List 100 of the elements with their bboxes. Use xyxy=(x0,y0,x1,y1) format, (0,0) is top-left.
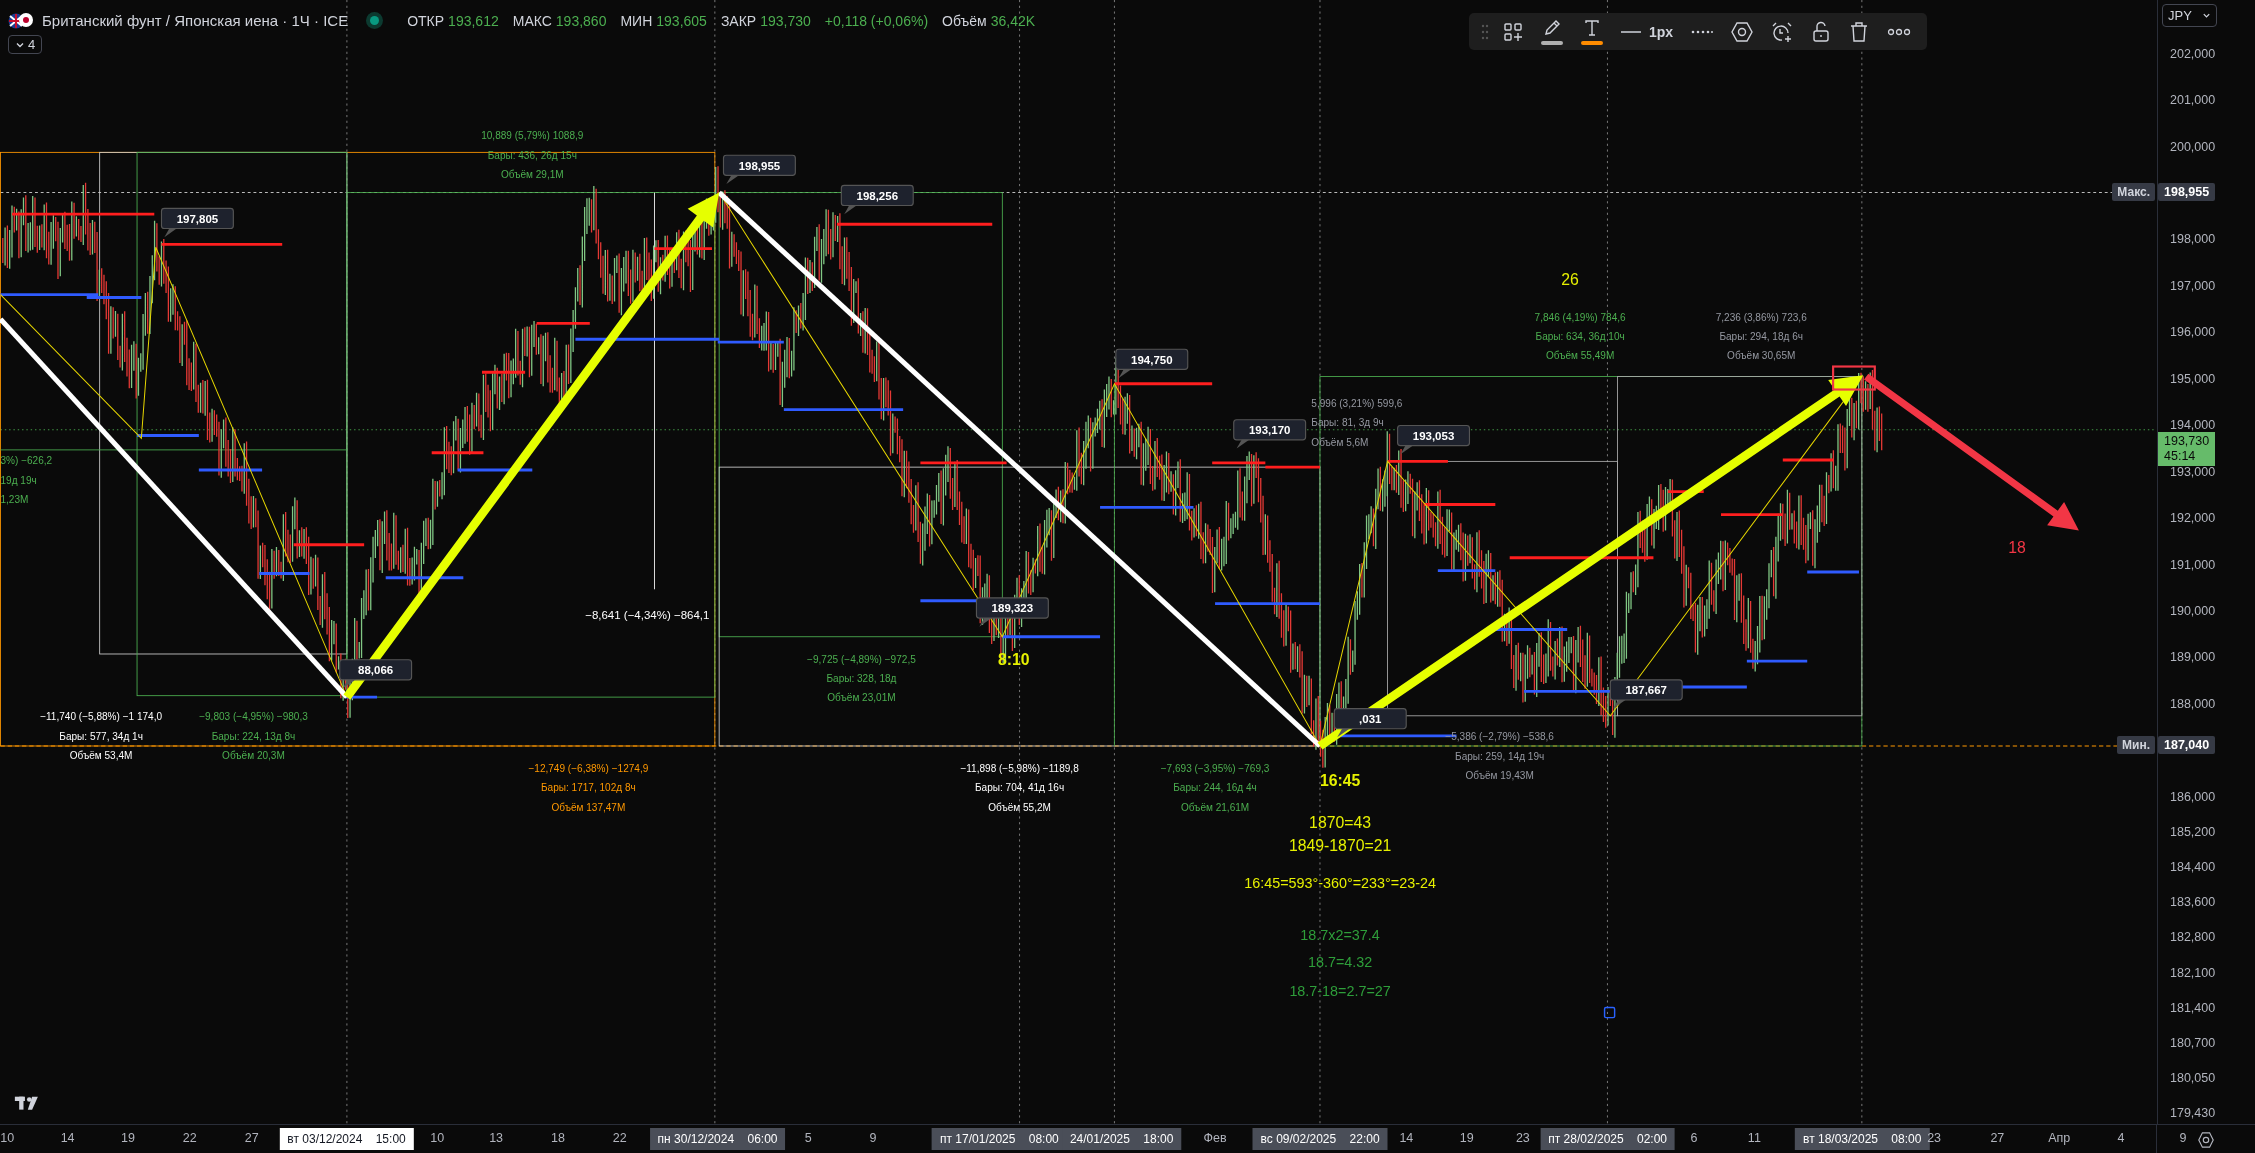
price-tick: 201,000 xyxy=(2170,93,2216,108)
annotation-text: 16:45 xyxy=(1319,772,1361,790)
measurement-label: −11,740 (−5,88%) −1 174,0 Бары: 577, 34д 1ч Объём 53,4M xyxy=(40,711,163,761)
annotation-text: 1870=43 xyxy=(1309,813,1372,831)
volume-value: 36,42K xyxy=(990,12,1036,29)
price-tick: 181,400 xyxy=(2170,1000,2216,1015)
price-tick: 194,000 xyxy=(2170,418,2216,433)
logo-icon[interactable] xyxy=(14,1096,38,1110)
price-label: 193,053 xyxy=(1397,424,1471,455)
text-icon xyxy=(1582,18,1602,38)
price-label: 194,750 xyxy=(1115,348,1189,378)
min-price-value: 187,040 xyxy=(2158,736,2216,755)
price-tick: 179,430 xyxy=(2170,1105,2216,1120)
grid-plus-icon xyxy=(1503,21,1523,42)
annotation-text: 26 xyxy=(1561,270,1579,288)
unlocked-padlock-icon xyxy=(1811,20,1832,43)
price-tick: 186,000 xyxy=(2170,789,2216,804)
dotted-line-icon xyxy=(1691,29,1714,34)
price-label: 198,256 xyxy=(840,184,914,215)
price-label: 187,667 xyxy=(1609,679,1683,709)
annotation-text: 18.7-18=2.7=27 xyxy=(1289,983,1391,1000)
price-tick: 180,050 xyxy=(2170,1070,2216,1085)
highlight-rectangle xyxy=(1832,365,1876,391)
price-tick: 189,000 xyxy=(2170,650,2216,665)
drag-handle-icon[interactable] xyxy=(1481,23,1489,40)
time-tick: 23 xyxy=(1515,1131,1530,1145)
price-tick: 182,800 xyxy=(2170,930,2216,945)
time-tick: Апр xyxy=(2048,1131,2071,1145)
time-tick: 18 xyxy=(551,1131,565,1145)
time-tick: 10 xyxy=(430,1131,445,1145)
annotation-text: 18.7=4.32 xyxy=(1307,954,1373,971)
measurement-label: −9,803 (−4,95%) −980,3 Бары: 224, 13д 8ч Объём 20,3M xyxy=(199,711,308,761)
price-tick: 193,000 xyxy=(2170,464,2216,479)
line-width-button[interactable]: 1px xyxy=(1617,21,1678,42)
time-tick: Фев xyxy=(1203,1131,1227,1145)
more-icon xyxy=(1887,27,1912,36)
ohlc-value: 193,730 xyxy=(760,12,811,29)
indicators-toggle[interactable]: 4 xyxy=(8,35,43,54)
measurement-label: 7,846 (4,19%) 784,6 Бары: 634, 36д 10ч Объём 55,49M xyxy=(1534,311,1626,362)
color-swatch xyxy=(1541,41,1563,45)
price-change: +0,118 (+0,06%) xyxy=(824,12,929,29)
price-tick: 195,000 xyxy=(2170,371,2216,386)
price-tick: 185,200 xyxy=(2170,825,2216,840)
time-tick: 14 xyxy=(1399,1131,1414,1145)
price-tick: 200,000 xyxy=(2170,139,2216,154)
pencil-icon xyxy=(1542,18,1562,38)
currency-dropdown[interactable]: JPY xyxy=(2162,4,2217,27)
measurement-label: −8,641 (−4,34%) −864,1 xyxy=(585,609,710,622)
annotation-text: 1849-1870=21 xyxy=(1288,836,1392,854)
measurement-label: −5,386 (−2,79%) −538,6 Бары: 259, 14д 19ч Объём 19,43M xyxy=(1445,731,1554,782)
time-marker: пт 28/02/2025 02:00 xyxy=(1540,1128,1676,1150)
time-tick: 13 xyxy=(489,1131,504,1145)
annotation-text: 18.7x2=37.4 xyxy=(1300,927,1380,943)
price-tick: 196,000 xyxy=(2170,325,2216,340)
ohlc-value: 193,605 xyxy=(656,12,707,29)
price-tick: 202,000 xyxy=(2170,46,2216,61)
time-tick: 22 xyxy=(612,1131,627,1145)
time-tick: 6 xyxy=(1690,1131,1698,1145)
time-tick: 10 xyxy=(0,1131,15,1145)
price-label: 193,170 xyxy=(1233,419,1307,449)
price-tick: 191,000 xyxy=(2170,557,2216,572)
time-tick: 4 xyxy=(2117,1131,2125,1145)
flag-icon xyxy=(8,12,34,29)
time-tick: 19 xyxy=(1459,1131,1474,1145)
price-tick: 198,000 xyxy=(2170,232,2216,247)
min-price-tag: Мин. xyxy=(2117,736,2155,755)
time-tick: 27 xyxy=(1990,1131,2005,1145)
time-marker: пн 30/12/2024 06:00 xyxy=(649,1128,786,1150)
line-icon xyxy=(1621,29,1641,34)
color-swatch xyxy=(1581,41,1603,45)
ohlc-label: МИН xyxy=(620,12,653,29)
measurement-label: 7,236 (3,86%) 723,6 Бары: 294, 18д 6ч Объём 30,65M xyxy=(1715,311,1807,362)
price-label: 197,805 xyxy=(160,207,234,238)
ohlc-label: МАКС xyxy=(512,12,552,29)
time-marker: вс 09/02/2025 22:00 xyxy=(1252,1128,1388,1150)
time-tick: 9 xyxy=(2179,1131,2187,1145)
last-price: 193,730 xyxy=(2164,434,2210,450)
price-label: ,031 xyxy=(1333,708,1407,738)
ohlc-label: ЗАКР xyxy=(720,12,757,29)
measurement-label: 3%) −626,2 19д 19ч 1,23M xyxy=(0,455,53,506)
price-tick: 184,400 xyxy=(2170,860,2216,875)
volume-label: Объём xyxy=(942,12,987,29)
annotation-text: 8:10 xyxy=(998,651,1030,669)
anchor-handle[interactable] xyxy=(1603,1006,1616,1019)
price-tick: 183,600 xyxy=(2170,895,2216,910)
measurement-label: −11,898 (−5,98%) −1189,8 Бары: 704, 41д 16ч Объём 55,2M xyxy=(960,762,1079,813)
price-tick: 188,000 xyxy=(2170,696,2216,711)
price-tick: 180,700 xyxy=(2170,1035,2216,1050)
ohlc-label: ОТКР xyxy=(407,12,445,29)
time-tick: 23 xyxy=(1927,1131,1942,1145)
time-tick: 27 xyxy=(244,1131,259,1145)
time-tick: 22 xyxy=(182,1131,197,1145)
measurement-label: −7,693 (−3,95%) −769,3 Бары: 244, 16д 4ч Объём 21,61M xyxy=(1160,762,1270,813)
settings-icon xyxy=(1731,20,1754,43)
price-tick: 182,100 xyxy=(2170,965,2216,980)
price-tick: 197,000 xyxy=(2170,278,2216,293)
measurement-label: −9,725 (−4,89%) −972,5 Бары: 328, 18д Объём 23,01M xyxy=(807,653,916,704)
annotation-text: 18 xyxy=(2008,539,2026,557)
annotation-text: 16:45=593°-360°=233°=23-24 xyxy=(1244,875,1436,892)
symbol-title[interactable]: Британский фунт / Японская иена · 1Ч · ICE xyxy=(42,12,349,29)
